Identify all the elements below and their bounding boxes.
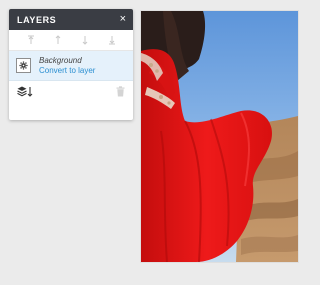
- bring-forward-icon[interactable]: [53, 35, 63, 45]
- convert-to-layer-link[interactable]: Convert to layer: [39, 66, 95, 76]
- photo-woman-red-dress: [141, 11, 298, 262]
- background-layer-icon: [16, 58, 31, 73]
- layers-panel-footer: [9, 81, 133, 105]
- layer-name: Background: [39, 55, 82, 65]
- bring-to-front-icon[interactable]: [26, 35, 36, 45]
- canvas-photo[interactable]: [141, 11, 298, 262]
- layer-order-toolbar: [9, 30, 133, 51]
- layers-sort-icon[interactable]: [17, 84, 33, 102]
- close-button[interactable]: ×: [120, 14, 126, 25]
- send-to-back-icon[interactable]: [107, 35, 117, 45]
- layer-item-background[interactable]: Background Convert to layer: [9, 51, 133, 81]
- send-backward-icon[interactable]: [80, 35, 90, 45]
- layers-panel-header: LAYERS ×: [9, 9, 133, 30]
- delete-layer-icon[interactable]: [116, 84, 125, 102]
- layer-text: Background Convert to layer: [39, 56, 95, 76]
- panel-title: LAYERS: [17, 14, 57, 25]
- layers-panel: LAYERS × Background Convert to layer: [9, 9, 133, 120]
